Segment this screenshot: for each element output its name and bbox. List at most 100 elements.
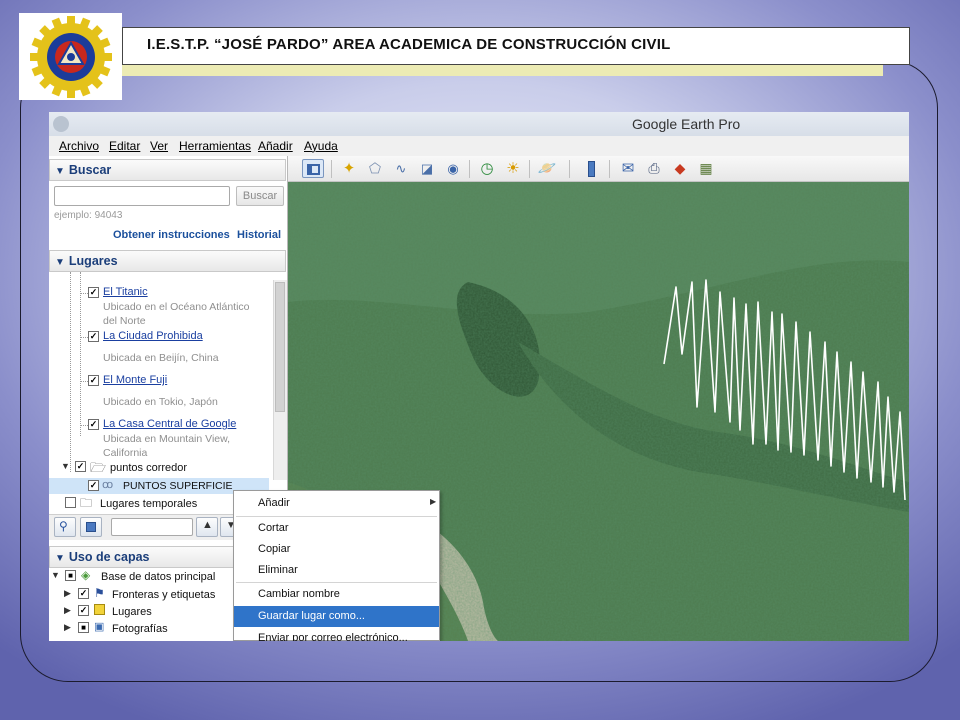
database-icon: ◈	[81, 568, 91, 582]
place-titanic-desc: Ubicado en el Océano Atlántico del Norte	[103, 301, 250, 327]
kml-icon[interactable]: ▦	[695, 159, 717, 178]
selected-puntos-superficie[interactable]: PUNTOS SUPERFICIE	[123, 480, 233, 492]
slide-title: I.E.S.T.P. “JOSÉ PARDO” AREA ACADEMICA D…	[122, 27, 910, 65]
toolbar-separator	[331, 160, 332, 178]
layer-checkbox[interactable]: ✓	[78, 588, 89, 599]
window-title: Google Earth Pro	[632, 116, 741, 132]
place-checkbox[interactable]: ✓	[88, 419, 99, 430]
menu-anadir[interactable]: Añadir	[258, 139, 293, 153]
cm-copiar[interactable]: Copiar	[234, 539, 439, 560]
app-logo-icon	[53, 116, 69, 132]
layer-lugares[interactable]: Lugares	[112, 606, 152, 618]
context-menu: Añadir ▶ Cortar Copiar Eliminar Cambiar …	[233, 490, 440, 641]
google-maps-icon[interactable]: ◆	[669, 159, 691, 178]
print-icon[interactable]: ⎙	[643, 159, 665, 178]
path-icon[interactable]: ∿	[390, 159, 412, 178]
cm-guardar-lugar[interactable]: Guardar lugar como...	[234, 606, 439, 627]
layers-header-label: Uso de capas	[68, 550, 150, 564]
search-header-label: Buscar	[68, 163, 112, 177]
place-checkbox[interactable]: ✓	[88, 375, 99, 386]
place-monte-fuji-link[interactable]: El Monte Fuji	[103, 374, 167, 386]
place-google-hq-desc: Ubicada en Mountain View, California	[103, 433, 231, 459]
submenu-arrow-icon: ▶	[430, 497, 437, 506]
layer-checkbox[interactable]: ■	[65, 570, 76, 581]
folder-checkbox[interactable]: ✓	[75, 461, 86, 472]
history-link[interactable]: Historial	[237, 229, 281, 241]
layer-checkbox[interactable]: ✓	[78, 605, 89, 616]
map-toolbar: ✦ ⬠ ∿ ◪ ◉ ◷ ☀ 🪐 ✉ ⎙ ◆ ▦	[288, 156, 909, 182]
magnifier-icon: ⚲	[59, 519, 68, 533]
toolbar-separator	[609, 160, 610, 178]
move-up-button[interactable]: ▲	[196, 517, 218, 537]
places-filter-input[interactable]	[111, 518, 193, 536]
cm-anadir[interactable]: Añadir	[234, 493, 439, 514]
tree-connector	[80, 425, 88, 426]
tree-connector	[80, 293, 88, 294]
expand-triangle-icon[interactable]: ▼	[61, 461, 70, 471]
expand-triangle-icon[interactable]: ▼	[51, 570, 60, 580]
folder-puntos-corredor[interactable]: puntos corredor	[110, 462, 187, 474]
menu-ayuda[interactable]: Ayuda	[304, 139, 338, 153]
tree-guide	[80, 272, 81, 436]
cm-separator	[236, 582, 437, 583]
menu-herramientas[interactable]: Herramientas	[179, 139, 251, 153]
expand-triangle-icon[interactable]: ▶	[64, 605, 71, 616]
layer-fronteras[interactable]: Fronteras y etiquetas	[112, 589, 215, 601]
overlay-icon[interactable]: ◪	[416, 159, 438, 178]
sidebar-toggle-glyph	[306, 164, 320, 175]
tree-connector	[80, 337, 88, 338]
historical-imagery-icon[interactable]: ◷	[476, 159, 498, 178]
placemark-icon[interactable]: ✦	[338, 159, 360, 178]
collapse-triangle-icon: ▼	[55, 257, 65, 268]
ruler-icon[interactable]	[580, 159, 602, 178]
panel-toggle-button[interactable]	[80, 517, 102, 537]
places-header-label: Lugares	[68, 254, 118, 268]
collapse-triangle-icon: ▼	[55, 553, 65, 564]
directions-link[interactable]: Obtener instrucciones	[113, 229, 230, 241]
layer-fotografias[interactable]: Fotografías	[112, 623, 168, 635]
place-checkbox[interactable]: ✓	[88, 287, 99, 298]
layer-checkbox[interactable]: ✓	[88, 480, 99, 491]
toolbar-separator	[469, 160, 470, 178]
cm-cambiar-nombre[interactable]: Cambiar nombre	[234, 584, 439, 605]
window-titlebar: Google Earth Pro	[49, 112, 909, 136]
tour-icon[interactable]: ◉	[442, 159, 464, 178]
search-panel-header[interactable]: ▼ Buscar	[49, 159, 286, 181]
flag-icon: ⚑	[94, 586, 105, 600]
place-ciudad-prohibida-link[interactable]: La Ciudad Prohibida	[103, 330, 203, 342]
arrow-up-icon: ▲	[202, 519, 213, 531]
layer-checkbox[interactable]: ■	[78, 622, 89, 633]
folder-lugares-temporales[interactable]: Lugares temporales	[100, 498, 197, 510]
points-layer-icon: ꝏ	[102, 479, 114, 491]
sidebar-toggle-icon[interactable]	[302, 159, 324, 178]
sunlight-icon[interactable]: ☀	[502, 159, 524, 178]
cm-eliminar[interactable]: Eliminar	[234, 560, 439, 581]
place-monte-fuji-desc: Ubicado en Tokio, Japón	[103, 396, 218, 408]
menu-ver[interactable]: Ver	[150, 139, 168, 153]
expand-triangle-icon[interactable]: ▶	[64, 622, 71, 633]
menu-editar[interactable]: Editar	[109, 139, 140, 153]
collapse-triangle-icon: ▼	[55, 166, 65, 177]
layer-base-datos[interactable]: Base de datos principal	[101, 571, 215, 583]
tree-guide	[70, 272, 71, 472]
places-scroll-thumb[interactable]	[275, 282, 285, 412]
expand-triangle-icon[interactable]: ▶	[64, 588, 71, 599]
polygon-icon[interactable]: ⬠	[364, 159, 386, 178]
folder-checkbox[interactable]	[65, 497, 76, 508]
search-places-button[interactable]: ⚲	[54, 517, 76, 537]
place-titanic-link[interactable]: El Titanic	[103, 286, 148, 298]
planets-icon[interactable]: 🪐	[536, 159, 558, 178]
panel-icon	[86, 522, 96, 532]
menu-bar: Archivo Editar Ver Herramientas Añadir A…	[49, 136, 909, 156]
search-input[interactable]	[54, 186, 230, 206]
gear-logo-icon	[19, 13, 122, 100]
menu-archivo[interactable]: Archivo	[59, 139, 99, 153]
place-checkbox[interactable]: ✓	[88, 331, 99, 342]
cm-cortar[interactable]: Cortar	[234, 518, 439, 539]
cm-enviar-correo[interactable]: Enviar por correo electrónico...	[234, 628, 439, 641]
email-icon[interactable]: ✉	[617, 159, 639, 178]
places-panel-header[interactable]: ▼ Lugares	[49, 250, 286, 272]
search-button[interactable]: Buscar	[236, 186, 284, 206]
place-ciudad-prohibida-desc: Ubicada en Beijín, China	[103, 352, 219, 364]
place-google-hq-link[interactable]: La Casa Central de Google	[103, 418, 236, 430]
